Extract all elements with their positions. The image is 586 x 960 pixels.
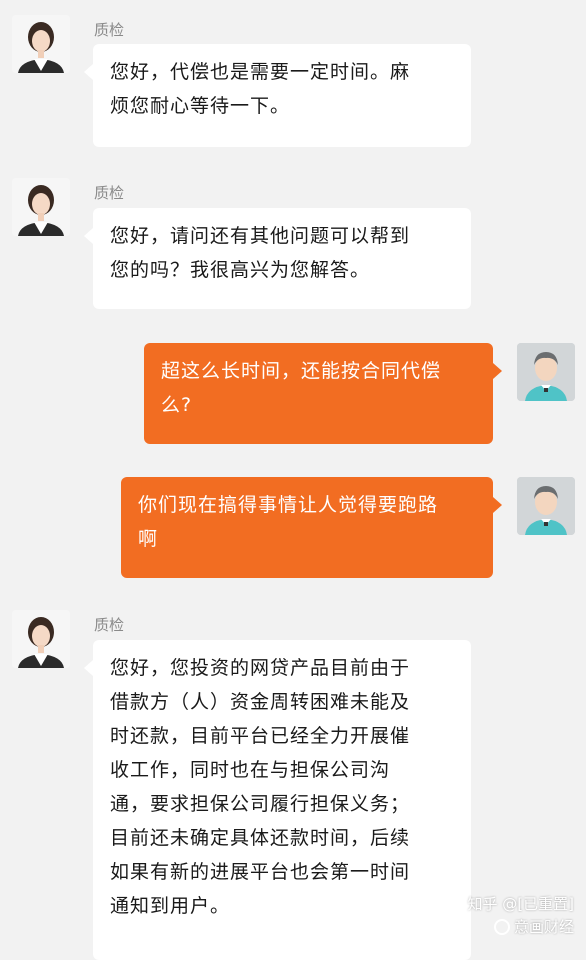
watermark-source: 知乎 @[已重置] <box>467 895 574 913</box>
agent-avatar[interactable] <box>12 610 70 668</box>
chat-bubble-user: 超这么长时间，还能按合同代偿 么? <box>144 343 502 444</box>
sender-name: 质检 <box>94 184 125 202</box>
chat-bubble-agent: 您好，您投资的网贷产品目前由于 借款方（人）资金周转困难未能及 时还款，目前平台… <box>84 640 471 960</box>
sender-name: 质检 <box>94 616 125 634</box>
chat-bubble-user: 你们现在搞得事情让人觉得要跑路 啊 <box>121 477 502 578</box>
user-avatar[interactable] <box>517 343 575 401</box>
chat-bubble-agent: 您好，请问还有其他问题可以帮到 您的吗？我很高兴为您解答。 <box>84 208 471 309</box>
agent-avatar[interactable] <box>12 178 70 236</box>
chat-bubble-agent: 您好，代偿也是需要一定时间。麻 烦您耐心等待一下。 <box>84 44 471 147</box>
watermark: 知乎 @[已重置] 意画财经 <box>468 893 574 937</box>
sender-name: 质检 <box>94 21 125 39</box>
wechat-icon <box>493 918 510 935</box>
user-avatar[interactable] <box>517 477 575 535</box>
watermark-account: 意画财经 <box>513 918 574 936</box>
agent-avatar[interactable] <box>12 15 70 73</box>
